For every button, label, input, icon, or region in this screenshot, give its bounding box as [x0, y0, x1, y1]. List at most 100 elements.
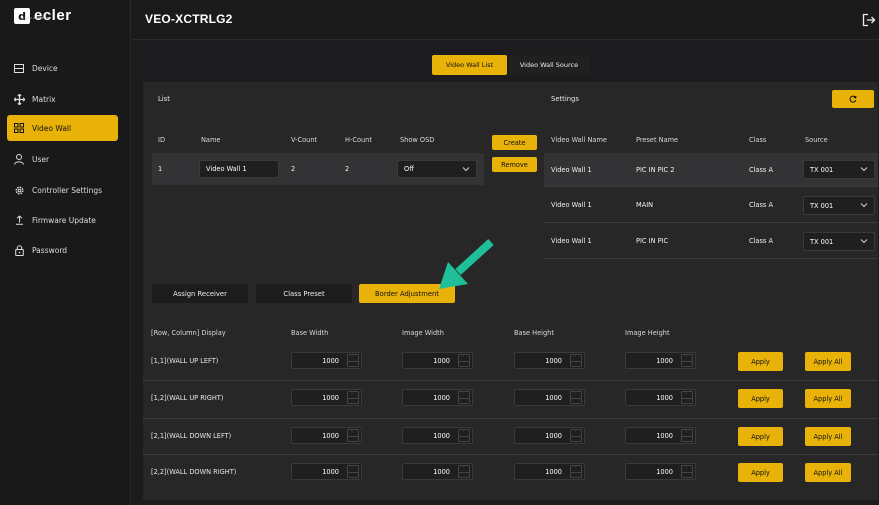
stepper-icon[interactable]: ˄	[570, 354, 582, 367]
sidebar-item-label: Firmware Update	[32, 215, 96, 225]
sidebar-item-label: User	[32, 154, 50, 164]
stepper-icon[interactable]: ˄	[347, 465, 359, 478]
sidebar-item-controller-settings[interactable]: Controller Settings	[7, 177, 118, 203]
display-label: [1,1](WALL UP LEFT)	[151, 357, 219, 365]
input-value: 1000	[545, 432, 562, 440]
input-value: 1000	[322, 468, 339, 476]
stepper-icon[interactable]: ˄	[458, 354, 470, 367]
source-value: TX 001	[810, 165, 834, 174]
sidebar-item-video-wall[interactable]: Video Wall	[7, 115, 118, 141]
tab-video-wall-source[interactable]: Video Wall Source	[509, 55, 589, 75]
image-width-input[interactable]: 1000 ˄	[402, 427, 473, 444]
sidebar-item-label: Controller Settings	[32, 185, 103, 195]
settings-class: Class A	[749, 237, 773, 245]
sidebar-item-matrix[interactable]: Matrix	[7, 86, 118, 112]
lock-icon	[12, 244, 26, 256]
row-divider	[544, 186, 878, 187]
settings-preset-name: MAIN	[636, 201, 654, 209]
settings-class: Class A	[749, 166, 773, 174]
input-value: 1000	[322, 394, 339, 402]
source-select[interactable]: TX 001	[803, 196, 875, 215]
refresh-icon	[849, 95, 857, 103]
image-height-input[interactable]: 1000 ˄	[625, 389, 696, 406]
apply-all-button[interactable]: Apply All	[805, 427, 851, 446]
apply-all-button[interactable]: Apply All	[805, 463, 851, 482]
display-label: [2,1](WALL DOWN LEFT)	[151, 432, 232, 440]
image-width-input[interactable]: 1000 ˄	[402, 463, 473, 480]
col-header-base-width: Base Width	[291, 329, 329, 337]
tab-assign-receiver[interactable]: Assign Receiver	[152, 284, 248, 303]
settings-wall-name: Video Wall 1	[551, 237, 592, 245]
tab-class-preset[interactable]: Class Preset	[256, 284, 352, 303]
row-divider	[143, 454, 878, 455]
col-header-image-height: Image Height	[625, 329, 670, 337]
tab-video-wall-list[interactable]: Video Wall List	[432, 55, 507, 75]
stepper-icon[interactable]: ˄	[347, 391, 359, 404]
stepper-icon[interactable]: ˄	[681, 354, 693, 367]
upload-icon	[12, 215, 26, 225]
apply-button[interactable]: Apply	[738, 427, 783, 446]
source-select[interactable]: TX 001	[803, 232, 875, 251]
sidebar-item-user[interactable]: User	[7, 146, 118, 172]
input-value: 1000	[545, 468, 562, 476]
base-width-input[interactable]: 1000 ˄	[291, 463, 362, 480]
apply-button[interactable]: Apply	[738, 389, 783, 408]
image-height-input[interactable]: 1000 ˄	[625, 427, 696, 444]
row-id: 1	[158, 165, 163, 173]
show-osd-value: Off	[404, 165, 414, 173]
input-value: 1000	[433, 357, 450, 365]
source-select[interactable]: TX 001	[803, 160, 875, 179]
stepper-icon[interactable]: ˄	[570, 429, 582, 442]
apply-all-button[interactable]: Apply All	[805, 389, 851, 408]
base-height-input[interactable]: 1000 ˄	[514, 463, 585, 480]
stepper-icon[interactable]: ˄	[347, 429, 359, 442]
col-header-h-count: H-Count	[345, 136, 372, 144]
base-height-input[interactable]: 1000 ˄	[514, 427, 585, 444]
base-width-input[interactable]: 1000 ˄	[291, 389, 362, 406]
settings-preset-name: PIC IN PIC	[636, 237, 669, 245]
chevron-down-icon	[860, 167, 868, 172]
create-button[interactable]: Create	[492, 135, 537, 150]
show-osd-select[interactable]: Off	[397, 160, 477, 178]
row-divider	[143, 380, 878, 381]
stepper-icon[interactable]: ˄	[458, 391, 470, 404]
sidebar-item-device[interactable]: Device	[7, 55, 118, 81]
stepper-icon[interactable]: ˄	[570, 465, 582, 478]
remove-button[interactable]: Remove	[492, 157, 537, 172]
row-divider	[143, 418, 878, 419]
stepper-icon[interactable]: ˄	[458, 429, 470, 442]
user-icon	[12, 153, 26, 165]
image-width-input[interactable]: 1000 ˄	[402, 389, 473, 406]
stepper-icon[interactable]: ˄	[681, 391, 693, 404]
wall-name-input[interactable]: Video Wall 1	[199, 160, 279, 178]
refresh-button[interactable]	[832, 90, 874, 108]
input-value: 1000	[322, 357, 339, 365]
stepper-icon[interactable]: ˄	[458, 465, 470, 478]
image-width-input[interactable]: 1000 ˄	[402, 352, 473, 369]
image-height-input[interactable]: 1000 ˄	[625, 463, 696, 480]
sidebar: d ecler VIDEO SYSTEMS Device Matrix Vide…	[0, 0, 131, 505]
sidebar-item-label: Video Wall	[32, 123, 72, 133]
source-value: TX 001	[810, 237, 834, 246]
base-width-input[interactable]: 1000 ˄	[291, 352, 362, 369]
input-value: 1000	[656, 394, 673, 402]
base-width-input[interactable]: 1000 ˄	[291, 427, 362, 444]
base-height-input[interactable]: 1000 ˄	[514, 389, 585, 406]
row-h-count: 2	[345, 165, 350, 173]
annotation-arrow-icon	[439, 239, 494, 289]
apply-button[interactable]: Apply	[738, 352, 783, 371]
stepper-icon[interactable]: ˄	[570, 391, 582, 404]
image-height-input[interactable]: 1000 ˄	[625, 352, 696, 369]
apply-all-button[interactable]: Apply All	[805, 352, 851, 371]
base-height-input[interactable]: 1000 ˄	[514, 352, 585, 369]
row-v-count: 2	[291, 165, 296, 173]
stepper-icon[interactable]: ˄	[681, 429, 693, 442]
sidebar-item-firmware-update[interactable]: Firmware Update	[7, 207, 118, 233]
apply-button[interactable]: Apply	[738, 463, 783, 482]
logout-icon[interactable]	[862, 12, 876, 27]
stepper-icon[interactable]: ˄	[347, 354, 359, 367]
list-title: List	[158, 95, 170, 103]
stepper-icon[interactable]: ˄	[681, 465, 693, 478]
sidebar-item-password[interactable]: Password	[7, 237, 118, 263]
col-header-preset-name: Preset Name	[636, 136, 679, 144]
